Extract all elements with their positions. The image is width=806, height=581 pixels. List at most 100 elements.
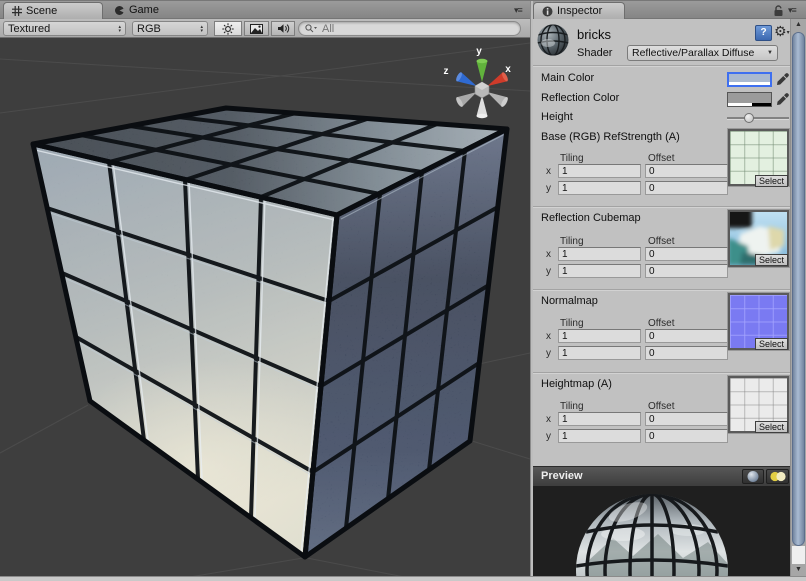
lock-icon[interactable]	[773, 5, 784, 17]
separator	[533, 372, 790, 374]
tiling-y-input[interactable]	[558, 181, 641, 195]
game-icon	[114, 5, 125, 16]
info-icon	[542, 6, 553, 17]
offset-header: Offset	[648, 236, 675, 247]
material-preview-area[interactable]	[533, 486, 790, 576]
scrollbar-up-arrow[interactable]: ▲	[791, 19, 806, 31]
scene-3d-canvas: y x z	[0, 38, 530, 576]
cube-object[interactable]	[33, 108, 507, 576]
tab-scene-label: Scene	[26, 5, 57, 17]
tab-scene[interactable]: Scene	[3, 2, 103, 19]
sun-icon	[222, 23, 234, 35]
unity-editor-window: Scene Game ▾≡ Textured ▴▾ RGB ▴▾	[0, 0, 806, 581]
tiling-x-input[interactable]	[558, 329, 641, 343]
dropdown-arrows-icon: ▴▾	[118, 25, 121, 33]
main-color-label: Main Color	[541, 72, 594, 84]
preview-header[interactable]: Preview	[533, 466, 790, 486]
search-icon	[305, 24, 317, 33]
scrollbar-down-arrow[interactable]: ▼	[791, 564, 806, 576]
offset-x-input[interactable]	[645, 329, 728, 343]
draw-mode-value: Textured	[8, 23, 50, 35]
tiling-y-input[interactable]	[558, 429, 641, 443]
scene-pane: Scene Game ▾≡ Textured ▴▾ RGB ▴▾	[0, 1, 530, 576]
eyedropper-icon[interactable]	[776, 72, 790, 86]
gizmo-y-axis[interactable]	[477, 59, 488, 82]
scrollbar-thumb[interactable]	[792, 32, 805, 546]
scrollbar-track-lower[interactable]	[792, 546, 805, 564]
tab-game[interactable]: Game	[108, 2, 165, 18]
texture-section-heightmap: Heightmap (A) Tiling Offset x y Select	[533, 378, 790, 455]
offset-y-input[interactable]	[645, 181, 728, 195]
offset-y-input[interactable]	[645, 264, 728, 278]
preview-lighting-button[interactable]	[766, 469, 789, 484]
section-label: Reflection Cubemap	[541, 212, 641, 224]
help-icon[interactable]: ?	[755, 25, 772, 41]
reflection-color-swatch[interactable]	[727, 92, 772, 107]
select-texture-button[interactable]: Select	[755, 421, 788, 433]
scene-orientation-gizmo[interactable]: y x z	[444, 46, 512, 118]
offset-y-input[interactable]	[645, 346, 728, 360]
y-row-label: y	[546, 348, 551, 359]
search-input[interactable]	[320, 22, 494, 36]
sphere-icon	[743, 470, 763, 483]
shader-label: Shader	[577, 47, 612, 59]
inspector-scrollbar[interactable]: ▲ ▼	[790, 19, 806, 576]
gizmo-neg-axis-cone[interactable]	[477, 95, 488, 118]
slider-thumb[interactable]	[744, 113, 754, 123]
scene-audio-toggle[interactable]	[271, 21, 295, 36]
tiling-x-input[interactable]	[558, 164, 641, 178]
shader-dropdown[interactable]: Reflective/Parallax Diffuse ▼	[627, 45, 778, 61]
section-label: Normalmap	[541, 295, 598, 307]
inspector-menu-icon[interactable]: ▾≡	[788, 6, 796, 15]
texture-section-base: Base (RGB) RefStrength (A) Tiling Offset…	[533, 131, 790, 206]
offset-x-input[interactable]	[645, 164, 728, 178]
tab-inspector[interactable]: Inspector	[533, 2, 625, 19]
scene-toolbar: Textured ▴▾ RGB ▴▾	[0, 19, 530, 38]
tiling-y-input[interactable]	[558, 264, 641, 278]
reflection-color-label: Reflection Color	[541, 92, 619, 104]
dropdown-arrows-icon: ▴▾	[200, 25, 203, 33]
scene-lighting-toggle[interactable]	[214, 21, 242, 36]
scene-pane-menu-icon[interactable]: ▾≡	[514, 6, 522, 15]
select-texture-button[interactable]: Select	[755, 338, 788, 350]
image-icon	[250, 24, 263, 34]
color-mode-dropdown[interactable]: RGB ▴▾	[132, 21, 208, 36]
separator	[533, 206, 790, 208]
y-row-label: y	[546, 431, 551, 442]
color-mode-value: RGB	[137, 23, 161, 35]
height-label: Height	[541, 111, 573, 123]
alpha-bar-black	[752, 103, 771, 106]
tab-game-label: Game	[129, 4, 159, 16]
speaker-icon	[277, 23, 290, 34]
scene-tabbar: Scene Game ▾≡	[0, 1, 530, 19]
y-row-label: y	[546, 266, 551, 277]
offset-y-input[interactable]	[645, 429, 728, 443]
x-row-label: x	[546, 414, 551, 425]
section-label: Base (RGB) RefStrength (A)	[541, 131, 680, 143]
offset-x-input[interactable]	[645, 247, 728, 261]
select-texture-button[interactable]: Select	[755, 254, 788, 266]
inspector-tabbar: Inspector ▾≡	[533, 1, 806, 19]
tiling-header: Tiling	[560, 318, 584, 329]
select-texture-button[interactable]: Select	[755, 175, 788, 187]
tiling-y-input[interactable]	[558, 346, 641, 360]
offset-header: Offset	[648, 401, 675, 412]
gear-icon[interactable]: ⚙▾	[774, 23, 790, 40]
eyedropper-icon[interactable]	[776, 92, 790, 106]
tiling-x-input[interactable]	[558, 412, 641, 426]
main-color-swatch[interactable]	[727, 72, 772, 87]
preview-mesh-button[interactable]	[742, 469, 764, 484]
x-row-label: x	[546, 249, 551, 260]
alpha-bar-white	[728, 103, 752, 106]
offset-x-input[interactable]	[645, 412, 728, 426]
tiling-x-input[interactable]	[558, 247, 641, 261]
gizmo-z-label: z	[444, 66, 449, 77]
height-slider[interactable]	[727, 112, 789, 124]
draw-mode-dropdown[interactable]: Textured ▴▾	[3, 21, 126, 36]
slider-track	[727, 117, 789, 120]
scene-search-field[interactable]	[298, 21, 521, 36]
scene-viewport[interactable]: y x z	[0, 38, 530, 576]
offset-header: Offset	[648, 318, 675, 329]
scene-skybox-toggle[interactable]	[244, 21, 269, 36]
preview-label: Preview	[541, 470, 583, 482]
